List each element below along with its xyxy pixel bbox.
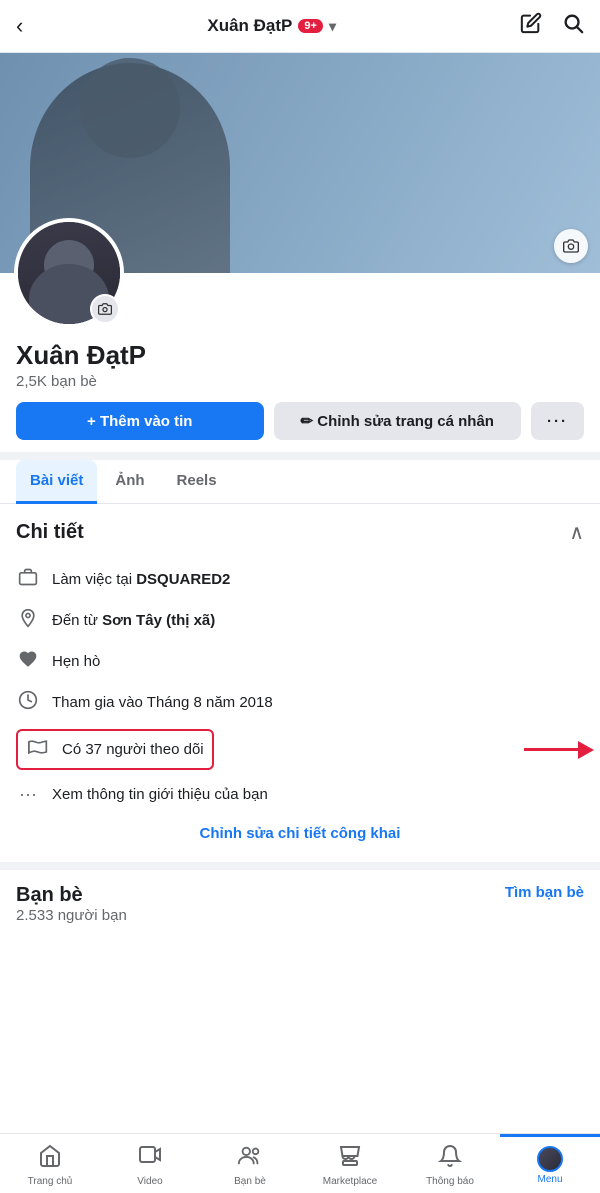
friends-title: Bạn bè xyxy=(16,884,127,907)
bottom-nav-video[interactable]: Video xyxy=(100,1134,200,1193)
bottom-nav-menu[interactable]: Menu xyxy=(500,1134,600,1193)
followers-text: Có 37 người theo dõi xyxy=(62,741,204,758)
bell-icon xyxy=(438,1144,462,1174)
details-title: Chi tiết xyxy=(16,521,84,544)
hometown-text: Đến từ Sơn Tây (thị xã) xyxy=(52,612,215,629)
tab-posts[interactable]: Bài viết xyxy=(16,460,97,504)
profile-friends-count: 2,5K bạn bè xyxy=(16,373,584,390)
edit-profile-button[interactable]: ✏ Chỉnh sửa trang cá nhân xyxy=(274,402,522,440)
back-button[interactable]: ‹ xyxy=(16,13,23,39)
add-to-story-button[interactable]: + Thêm vào tin xyxy=(16,402,264,440)
menu-label: Menu xyxy=(537,1174,562,1185)
details-header: Chi tiết ∧ xyxy=(16,520,584,545)
followers-highlight: Có 37 người theo dõi xyxy=(16,729,214,770)
nav-title: Xuân ĐạtP xyxy=(207,16,292,36)
friends-header: Bạn bè 2.533 người bạn Tìm bạn bè xyxy=(16,884,584,924)
cover-section xyxy=(0,53,600,328)
notification-badge: 9+ xyxy=(298,19,323,33)
home-icon xyxy=(38,1144,62,1174)
detail-hometown: Đến từ Sơn Tây (thị xã) xyxy=(16,600,584,641)
joined-text: Tham gia vào Tháng 8 năm 2018 xyxy=(52,694,273,711)
profile-tabs: Bài viết Ảnh Reels xyxy=(0,460,600,504)
profile-info: Xuân ĐạtP 2,5K bạn bè xyxy=(0,328,600,390)
arrow-indicator xyxy=(524,741,594,759)
video-label: Video xyxy=(137,1176,162,1187)
marketplace-label: Marketplace xyxy=(323,1176,377,1187)
bottom-nav-marketplace[interactable]: Marketplace xyxy=(300,1134,400,1193)
bottom-nav-friends[interactable]: Bạn bè xyxy=(200,1134,300,1193)
avatar-container xyxy=(14,218,124,328)
clock-icon xyxy=(16,690,40,715)
location-icon xyxy=(16,608,40,633)
work-text: Làm việc tại DSQUARED2 xyxy=(52,571,230,588)
detail-joined: Tham gia vào Tháng 8 năm 2018 xyxy=(16,682,584,723)
dots-icon: ··· xyxy=(16,784,40,805)
friends-icon xyxy=(237,1144,263,1174)
search-icon[interactable] xyxy=(562,12,584,40)
tab-photos[interactable]: Ảnh xyxy=(101,460,158,504)
more-options-button[interactable]: ··· xyxy=(531,402,584,440)
chevron-down-icon[interactable]: ▾ xyxy=(329,18,336,35)
heart-icon xyxy=(16,649,40,674)
home-label: Trang chủ xyxy=(28,1176,73,1187)
menu-avatar xyxy=(537,1146,563,1172)
followers-row: Có 37 người theo dõi xyxy=(16,723,584,776)
profile-name: Xuân ĐạtP xyxy=(16,340,584,371)
notifications-label: Thông báo xyxy=(426,1176,474,1187)
edit-public-details-button[interactable]: Chỉnh sửa chi tiết công khai xyxy=(16,813,584,846)
video-icon xyxy=(138,1144,162,1174)
detail-relationship: Hẹn hò xyxy=(16,641,584,682)
find-friends-link[interactable]: Tìm bạn bè xyxy=(505,884,584,901)
nav-title-area: Xuân ĐạtP 9+ ▾ xyxy=(207,16,336,36)
followers-icon xyxy=(26,737,50,762)
bottom-navigation: Trang chủ Video Bạn bè Marketplace Thông… xyxy=(0,1133,600,1193)
detail-more-info: ··· Xem thông tin giới thiệu của bạn xyxy=(16,776,584,813)
friends-nav-label: Bạn bè xyxy=(234,1176,266,1187)
relationship-text: Hẹn hò xyxy=(52,653,100,670)
section-divider xyxy=(0,452,600,460)
nav-actions xyxy=(520,12,584,40)
details-section: Chi tiết ∧ Làm việc tại DSQUARED2 Đến từ… xyxy=(0,504,600,862)
work-icon xyxy=(16,567,40,592)
friends-section: Bạn bè 2.533 người bạn Tìm bạn bè xyxy=(0,862,600,938)
detail-work: Làm việc tại DSQUARED2 xyxy=(16,559,584,600)
cover-camera-button[interactable] xyxy=(554,229,588,263)
edit-icon[interactable] xyxy=(520,12,542,40)
tab-reels[interactable]: Reels xyxy=(163,460,231,504)
friends-title-area: Bạn bè 2.533 người bạn xyxy=(16,884,127,924)
avatar-camera-button[interactable] xyxy=(90,294,120,324)
collapse-details-button[interactable]: ∧ xyxy=(569,520,584,545)
bottom-nav-notifications[interactable]: Thông báo xyxy=(400,1134,500,1193)
bottom-nav-home[interactable]: Trang chủ xyxy=(0,1134,100,1193)
marketplace-icon xyxy=(338,1144,362,1174)
top-navigation: ‹ Xuân ĐạtP 9+ ▾ xyxy=(0,0,600,53)
friends-count: 2.533 người bạn xyxy=(16,907,127,924)
more-info-text: Xem thông tin giới thiệu của bạn xyxy=(52,786,268,803)
action-buttons: + Thêm vào tin ✏ Chỉnh sửa trang cá nhân… xyxy=(0,390,600,452)
